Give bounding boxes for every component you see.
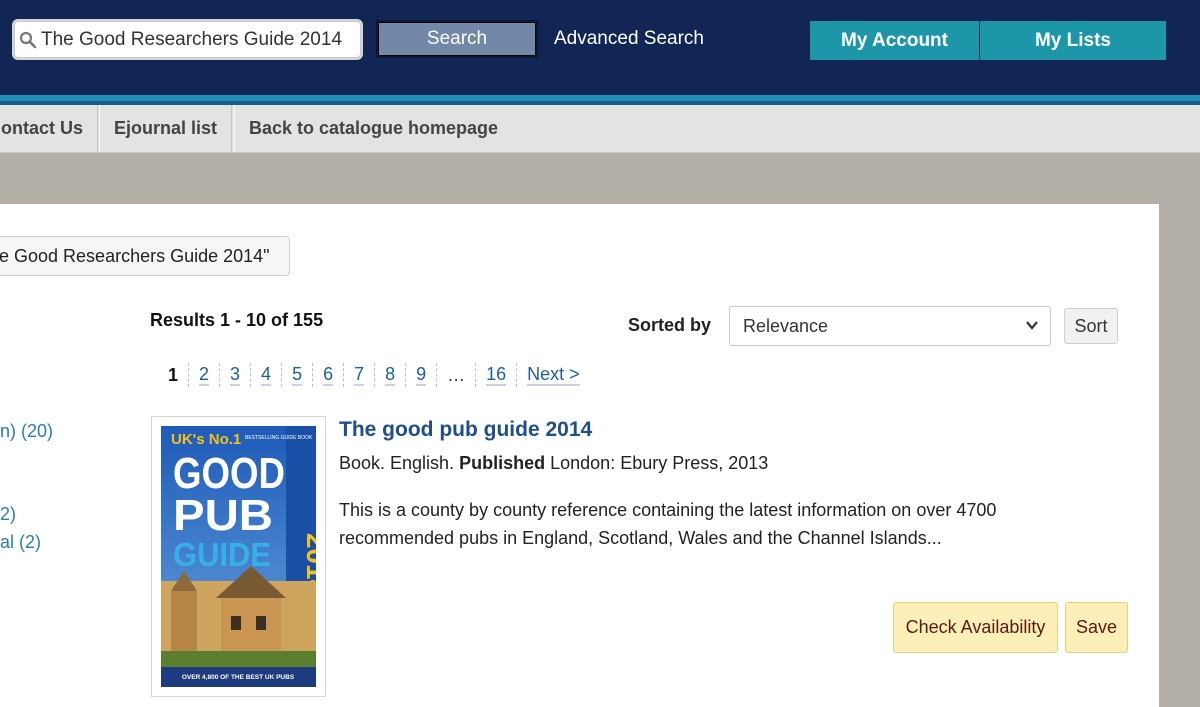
nav-back-to-catalogue[interactable]: Back to catalogue homepage [234, 105, 512, 152]
chevron-down-icon [1026, 321, 1038, 330]
nav-ejournal-list[interactable]: Ejournal list [99, 105, 233, 152]
search-input[interactable] [41, 28, 351, 51]
cover-tag: BESTSELLING GUIDE BOOK [245, 435, 313, 441]
page-link[interactable]: 3 [219, 363, 250, 387]
save-button[interactable]: Save [1065, 602, 1128, 653]
page-link-label: 16 [486, 364, 507, 386]
header-stripe [0, 95, 1200, 105]
search-button[interactable]: Search [376, 20, 538, 58]
page-link-label: 4 [261, 364, 272, 386]
page-link[interactable]: 7 [343, 363, 374, 387]
sort-label: Sorted by [628, 315, 712, 335]
search-box[interactable] [14, 21, 361, 58]
page-link-label: 8 [385, 364, 396, 386]
cover-word-pub: PUB [173, 491, 273, 540]
result-title-link[interactable]: The good pub guide 2014 [339, 418, 592, 442]
page-link-label: 2 [199, 364, 210, 386]
result-meta: Book. English. Published London: Ebury P… [339, 453, 768, 474]
pagination: 1 2 3 4 5 6 7 8 9 … 16 Next > [160, 361, 590, 389]
result-description: This is a county by county reference con… [339, 500, 997, 548]
cover-bottom-line: OVER 4,800 OF THE BEST UK PUBS [182, 674, 295, 681]
result-published-value: London: Ebury Press, 2013 [550, 453, 769, 473]
page-current: 1 [168, 364, 179, 385]
my-account-button[interactable]: My Account [810, 21, 979, 60]
page-link-label: 9 [416, 364, 427, 386]
my-lists-button[interactable]: My Lists [980, 21, 1166, 60]
result-format: Book. English. [339, 453, 455, 473]
search-icon [15, 21, 41, 58]
sort-select-value: Relevance [743, 315, 829, 336]
results-count: Results 1 - 10 of 155 [150, 310, 324, 330]
page-next-link[interactable]: Next > [516, 363, 590, 387]
page-link-label: 7 [354, 364, 365, 386]
page-link[interactable]: 4 [250, 363, 281, 387]
search-query-chip[interactable]: e Good Researchers Guide 2014" [0, 236, 290, 276]
result-published-label: Published [459, 453, 546, 473]
page-link[interactable]: 8 [374, 363, 405, 387]
cover-top-line: UK's No.1 [171, 431, 241, 448]
page-link-last[interactable]: 16 [475, 363, 516, 387]
page-link[interactable]: 6 [312, 363, 343, 387]
advanced-search-link[interactable]: Advanced Search [554, 28, 704, 50]
page-link[interactable]: 2 [188, 363, 219, 387]
site-header: Search Advanced Search My Account My Lis… [0, 0, 1200, 95]
check-availability-button[interactable]: Check Availability [893, 602, 1058, 653]
main-nav: ontact Us Ejournal list Back to catalogu… [0, 105, 1200, 153]
page-link-label: 6 [323, 364, 334, 386]
facet-item[interactable]: al (2) [0, 532, 41, 553]
page-link-label: 5 [292, 364, 303, 386]
sort-select[interactable]: Relevance [729, 306, 1051, 346]
results-panel: e Good Researchers Guide 2014" n) (20) 2… [0, 204, 1159, 707]
page-next-label: Next > [527, 364, 580, 386]
facet-item[interactable]: 2) [0, 504, 16, 525]
book-cover[interactable]: UK's No.1 BESTSELLING GUIDE BOOK GOOD PU… [151, 416, 326, 697]
book-cover-image: UK's No.1 BESTSELLING GUIDE BOOK GOOD PU… [161, 426, 316, 687]
nav-contact-us[interactable]: ontact Us [0, 105, 99, 152]
page-link[interactable]: 9 [405, 363, 436, 387]
page-link[interactable]: 5 [281, 363, 312, 387]
sort-button[interactable]: Sort [1064, 308, 1118, 344]
facet-item[interactable]: n) (20) [0, 421, 53, 442]
page-link-label: 3 [230, 364, 241, 386]
cover-word-guide: GUIDE [173, 536, 271, 573]
page-ellipsis: … [436, 363, 475, 387]
